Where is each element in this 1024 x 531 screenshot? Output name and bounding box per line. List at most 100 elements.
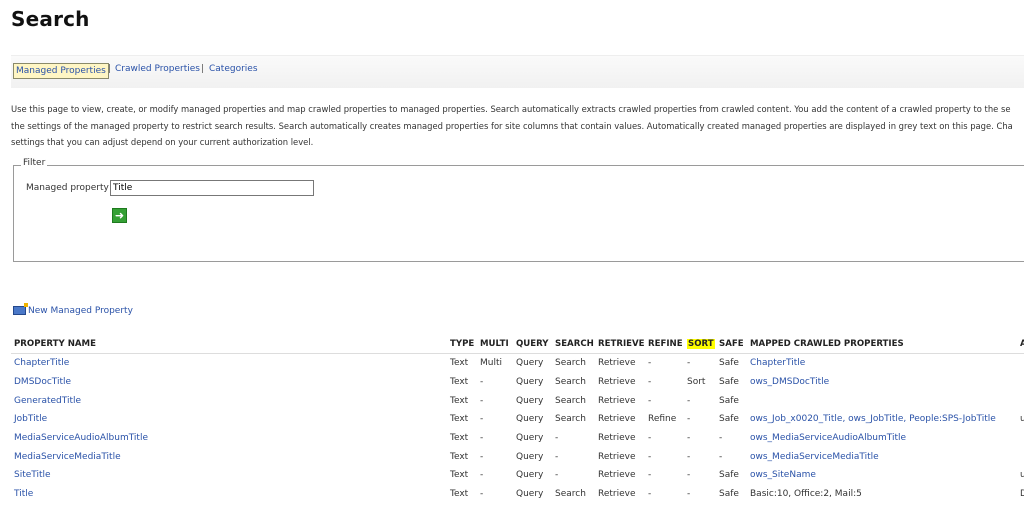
cell-extra: u [1020, 470, 1024, 481]
new-managed-property-label: New Managed Property [28, 306, 133, 316]
cell-type: Text [450, 358, 469, 369]
cell-query: Query [516, 470, 544, 481]
managed-property-label: Managed property [26, 183, 109, 193]
cell-retrieve: Retrieve [598, 433, 636, 444]
cell-retrieve: Retrieve [598, 377, 636, 388]
column-header[interactable]: QUERY [513, 335, 552, 354]
cell-property-name[interactable]: SiteTitle [11, 466, 447, 485]
table-row: Title Text - Query Search Retrieve - - Safe Basic… [11, 485, 1024, 504]
column-header[interactable]: SORT [684, 335, 716, 354]
cell-query: Query [516, 358, 544, 369]
cell-property-name[interactable]: MediaServiceAudioAlbumTitle [11, 429, 447, 448]
cell-retrieve: Retrieve [598, 395, 636, 406]
arrow-right-icon[interactable]: ➜ [112, 208, 127, 223]
cell-mapped-crawled-properties[interactable]: ChapterTitle [747, 354, 1017, 373]
tab-categories[interactable]: Categories [209, 64, 258, 74]
cell-refine: - [648, 377, 652, 388]
managed-property-input[interactable] [110, 180, 314, 196]
new-managed-property-link[interactable]: New Managed Property [13, 303, 133, 316]
cell-search: - [555, 433, 559, 444]
cell-property-name[interactable]: GeneratedTitle [11, 391, 447, 410]
cell-type: Text [450, 377, 469, 388]
cell-type: Text [450, 470, 469, 481]
table-row: MediaServiceMediaTitle Text - Query - Retriev… [11, 447, 1024, 466]
column-header[interactable]: TYPE [447, 335, 477, 354]
cell-sort: - [687, 395, 691, 406]
column-header[interactable]: PROPERTY NAME [11, 335, 447, 354]
table-row: ChapterTitle Text Multi Query Search Retrieve… [11, 354, 1024, 373]
cell-extra [1017, 429, 1024, 448]
cell-safe: - [719, 451, 723, 462]
cell-mapped-crawled-properties[interactable]: ows_MediaServiceMediaTitle [747, 447, 1017, 466]
cell-safe: Safe [719, 489, 739, 500]
cell-property-name[interactable]: MediaServiceMediaTitle [11, 447, 447, 466]
column-header[interactable]: MAPPED CRAWLED PROPERTIES [747, 335, 1017, 354]
cell-refine: - [648, 470, 652, 481]
tab-managed-properties[interactable]: Managed Properties [13, 63, 109, 79]
cell-extra [1017, 391, 1024, 410]
cell-multi: - [480, 451, 484, 462]
cell-retrieve: Retrieve [598, 470, 636, 481]
cell-multi: - [480, 433, 484, 444]
tab-separator: | [201, 64, 205, 74]
cell-safe: Safe [719, 377, 739, 388]
cell-mapped-crawled-properties[interactable]: ows_DMSDocTitle [747, 373, 1017, 392]
tab-separator: | [108, 64, 112, 74]
cell-extra: u [1020, 414, 1024, 425]
column-header[interactable]: REFINE [645, 335, 684, 354]
cell-multi: - [480, 395, 484, 406]
cell-extra: D [1020, 489, 1024, 500]
cell-search: Search [555, 377, 586, 388]
cell-search: Search [555, 489, 586, 500]
cell-property-name[interactable]: JobTitle [11, 410, 447, 429]
cell-refine: - [648, 433, 652, 444]
tab-crawled-properties[interactable]: Crawled Properties [115, 64, 200, 74]
cell-search: Search [555, 358, 586, 369]
cell-search: - [555, 470, 559, 481]
table-row: MediaServiceAudioAlbumTitle Text - Query - Re… [11, 429, 1024, 448]
cell-property-name[interactable]: Title [11, 485, 447, 504]
cell-property-name[interactable]: DMSDocTitle [11, 373, 447, 392]
table-row: GeneratedTitle Text - Query Search Retrieve - -… [11, 391, 1024, 410]
cell-safe: - [719, 433, 723, 444]
cell-refine: - [648, 489, 652, 500]
cell-mapped-crawled-properties[interactable]: ows_Job_x0020_Title, ows_JobTitle, Peopl… [747, 410, 1017, 429]
cell-sort: - [687, 470, 691, 481]
column-header[interactable]: SEARCH [552, 335, 595, 354]
cell-retrieve: Retrieve [598, 358, 636, 369]
cell-type: Text [450, 489, 469, 500]
page-description: Use this page to view, create, or modify… [11, 101, 1024, 151]
column-header[interactable]: MULTI [477, 335, 513, 354]
cell-property-name[interactable]: ChapterTitle [11, 354, 447, 373]
cell-query: Query [516, 451, 544, 462]
cell-refine: - [648, 358, 652, 369]
cell-mapped-crawled-properties [747, 391, 1017, 410]
cell-sort: - [687, 489, 691, 500]
cell-multi: Multi [480, 358, 502, 369]
cell-retrieve: Retrieve [598, 489, 636, 500]
column-header[interactable]: A [1017, 335, 1024, 354]
cell-extra [1017, 354, 1024, 373]
column-header[interactable]: RETRIEVE [595, 335, 645, 354]
cell-multi: - [480, 489, 484, 500]
cell-mapped-crawled-properties[interactable]: ows_MediaServiceAudioAlbumTitle [747, 429, 1017, 448]
cell-type: Text [450, 414, 469, 425]
cell-mapped-crawled-properties: Basic:10, Office:2, Mail:5 [750, 489, 862, 500]
cell-search: Search [555, 414, 586, 425]
cell-safe: Safe [719, 470, 739, 481]
cell-sort: - [687, 433, 691, 444]
cell-safe: Safe [719, 395, 739, 406]
table-row: SiteTitle Text - Query - Retrieve - - Safe ows_Si… [11, 466, 1024, 485]
cell-mapped-crawled-properties[interactable]: ows_SiteName [747, 466, 1017, 485]
cell-query: Query [516, 395, 544, 406]
page-title: Search [11, 7, 90, 31]
cell-search: Search [555, 395, 586, 406]
cell-multi: - [480, 377, 484, 388]
cell-search: - [555, 451, 559, 462]
cell-query: Query [516, 377, 544, 388]
cell-safe: Safe [719, 414, 739, 425]
filter-legend: Filter [21, 158, 48, 168]
column-header[interactable]: SAFE [716, 335, 747, 354]
cell-type: Text [450, 433, 469, 444]
cell-safe: Safe [719, 358, 739, 369]
